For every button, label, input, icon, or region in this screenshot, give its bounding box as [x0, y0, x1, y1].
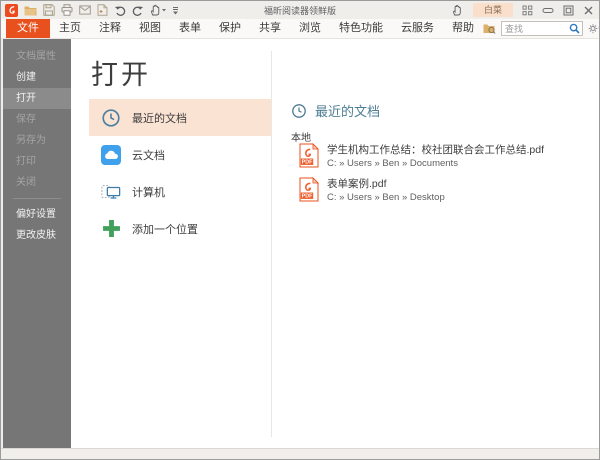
gear-icon[interactable] — [588, 23, 600, 34]
new-document-icon[interactable] — [97, 4, 108, 16]
open-location-menu: 最近的文档 云文档 计算机 添加一个位置 — [89, 99, 272, 247]
backstage-sidebar: 文档属性 创建 打开 保存 另存为 打印 关闭 偏好设置 更改皮肤 — [1, 39, 71, 448]
open-menu-label: 添加一个位置 — [132, 221, 198, 237]
recent-file-list: PDF 学生机构工作总结：校社团联合会工作总结.pdf C: » Users »… — [299, 143, 588, 211]
tab-form[interactable]: 表单 — [170, 19, 210, 38]
file-name: 学生机构工作总结：校社团联合会工作总结.pdf — [327, 143, 544, 157]
menubar: 文件 主页 注释 视图 表单 保护 共享 浏览 特色功能 云服务 帮助 — [1, 19, 599, 39]
search-icon[interactable] — [569, 23, 582, 34]
pdf-file-icon: PDF — [299, 177, 319, 202]
open-menu-recent-documents[interactable]: 最近的文档 — [89, 99, 272, 136]
customize-toolbar-icon[interactable] — [172, 5, 179, 16]
doc-search-icon[interactable] — [483, 23, 496, 34]
redo-icon[interactable] — [132, 5, 144, 16]
sidebar-item-create[interactable]: 创建 — [3, 67, 71, 88]
recent-file-row[interactable]: PDF 表单案例.pdf C: » Users » Ben » Desktop — [299, 177, 588, 204]
search-box — [501, 21, 583, 36]
menubar-search-area — [483, 19, 600, 38]
tab-comment[interactable]: 注释 — [90, 19, 130, 38]
file-path: C: » Users » Ben » Documents — [327, 157, 544, 170]
file-name: 表单案例.pdf — [327, 177, 445, 191]
recent-panel-title: 最近的文档 — [315, 101, 380, 120]
tab-share[interactable]: 共享 — [250, 19, 290, 38]
sidebar-item-close: 关闭 — [3, 172, 71, 193]
foxit-logo-icon[interactable] — [5, 4, 18, 17]
tab-features[interactable]: 特色功能 — [330, 19, 392, 38]
plus-icon — [101, 219, 121, 239]
tab-file[interactable]: 文件 — [6, 19, 50, 38]
vertical-divider — [271, 51, 272, 437]
file-info: 表单案例.pdf C: » Users » Ben » Desktop — [327, 177, 445, 204]
recent-file-row[interactable]: PDF 学生机构工作总结：校社团联合会工作总结.pdf C: » Users »… — [299, 143, 588, 170]
tab-help[interactable]: 帮助 — [443, 19, 483, 38]
tab-cloud-service[interactable]: 云服务 — [392, 19, 443, 38]
tab-view[interactable]: 视图 — [130, 19, 170, 38]
open-menu-computer[interactable]: 计算机 — [89, 173, 272, 210]
sidebar-item-document-properties: 文档属性 — [3, 46, 71, 67]
sidebar-item-save: 保存 — [3, 109, 71, 130]
search-input[interactable] — [502, 24, 569, 34]
pdf-file-icon: PDF — [299, 143, 319, 168]
tab-browse[interactable]: 浏览 — [290, 19, 330, 38]
file-info: 学生机构工作总结：校社团联合会工作总结.pdf C: » Users » Ben… — [327, 143, 544, 170]
hand-tool-icon[interactable] — [150, 4, 166, 16]
sidebar-item-open[interactable]: 打开 — [3, 88, 71, 109]
sidebar-divider — [13, 198, 61, 199]
computer-icon — [101, 182, 121, 202]
open-menu-add-place[interactable]: 添加一个位置 — [89, 210, 272, 247]
sidebar-item-change-skin[interactable]: 更改皮肤 — [3, 225, 71, 246]
open-menu-label: 云文档 — [132, 147, 165, 163]
tab-home[interactable]: 主页 — [50, 19, 90, 38]
file-path: C: » Users » Ben » Desktop — [327, 191, 445, 204]
open-menu-label: 计算机 — [132, 184, 165, 200]
clock-icon — [101, 108, 121, 128]
recent-panel-header: 最近的文档 — [291, 101, 380, 120]
backstage-main: 打开 最近的文档 云文档 计算机 — [71, 39, 598, 448]
grid-icon[interactable] — [522, 5, 533, 16]
window-title: 福昕阅读器领鲜版 — [264, 4, 336, 17]
hand-like-icon[interactable] — [452, 4, 464, 16]
open-folder-icon[interactable] — [24, 5, 37, 16]
tab-protect[interactable]: 保护 — [210, 19, 250, 38]
recent-group-label: 本地 — [291, 129, 311, 144]
print-icon[interactable] — [61, 4, 73, 16]
sidebar-item-preferences[interactable]: 偏好设置 — [3, 204, 71, 225]
titlebar-controls: 白菜 — [452, 1, 594, 19]
open-menu-cloud-documents[interactable]: 云文档 — [89, 136, 272, 173]
restore-button[interactable] — [563, 5, 574, 16]
page-title: 打开 — [91, 53, 151, 92]
account-chip[interactable]: 白菜 — [473, 3, 513, 17]
clock-icon — [291, 103, 307, 119]
undo-icon[interactable] — [114, 5, 126, 16]
save-icon[interactable] — [43, 4, 55, 16]
app-window: 福昕阅读器领鲜版 白菜 文件 主页 注释 视图 表单 保护 — [0, 0, 600, 460]
open-menu-label: 最近的文档 — [132, 110, 187, 126]
titlebar: 福昕阅读器领鲜版 白菜 — [1, 1, 599, 19]
svg-text:PDF: PDF — [302, 194, 313, 200]
statusbar — [1, 448, 599, 459]
minimize-button[interactable] — [542, 5, 554, 16]
svg-text:PDF: PDF — [302, 160, 313, 166]
close-button[interactable] — [583, 5, 594, 16]
sidebar-item-print: 打印 — [3, 151, 71, 172]
cloud-icon — [101, 145, 121, 165]
quick-access-toolbar — [5, 4, 179, 17]
sidebar-item-save-as: 另存为 — [3, 130, 71, 151]
email-icon[interactable] — [79, 5, 91, 15]
